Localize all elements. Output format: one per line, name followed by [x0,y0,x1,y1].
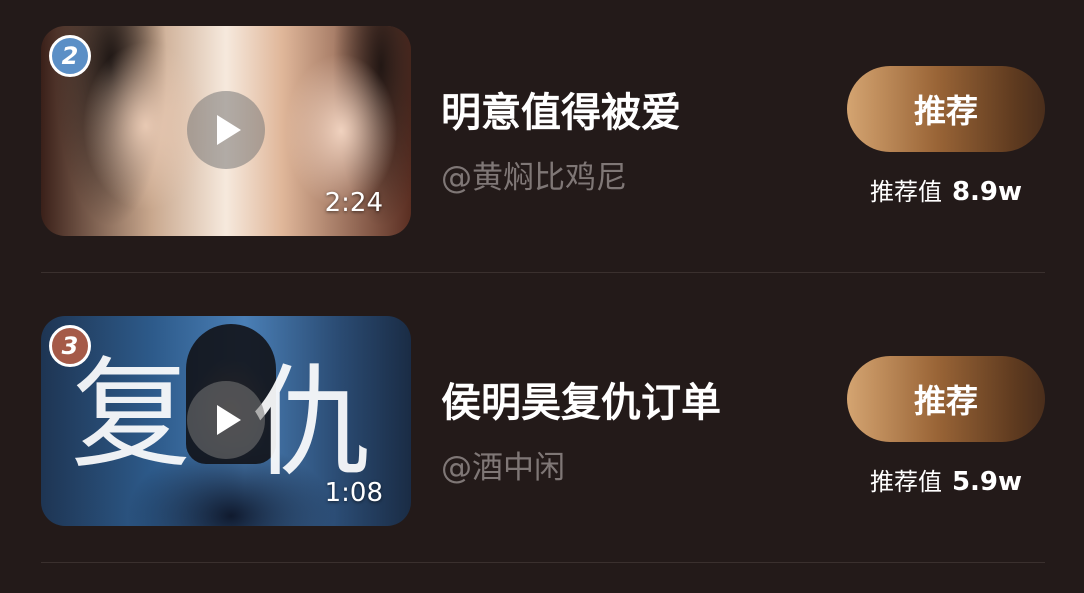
score-label: 推荐值 [869,178,942,206]
video-duration: 2:24 [324,188,383,218]
play-icon[interactable] [187,91,265,169]
recommend-score: 推荐值 8.9w [847,172,1045,207]
score-value: 5.9w [951,467,1023,497]
play-icon[interactable] [187,381,265,459]
recommend-score: 推荐值 5.9w [847,462,1045,497]
thumbnail-overlay-text: 复 [71,346,191,485]
recommend-button[interactable]: 推荐 [847,66,1045,152]
score-value: 8.9w [951,177,1023,207]
video-title[interactable]: 侯明昊复仇订单 [441,370,721,428]
video-thumbnail[interactable]: 复 仇 3 1:08 [41,316,411,526]
video-thumbnail[interactable]: 2 2:24 [41,26,411,236]
divider [41,562,1045,563]
video-author[interactable]: @黄焖比鸡尼 [441,152,627,197]
divider [41,272,1045,273]
recommend-button[interactable]: 推荐 [847,356,1045,442]
list-item[interactable]: 2 2:24 明意值得被爱 @黄焖比鸡尼 推荐 推荐值 8.9w [0,26,1084,236]
list-item[interactable]: 复 仇 3 1:08 侯明昊复仇订单 @酒中闲 推荐 推荐值 5.9w [0,316,1084,526]
rank-badge: 3 [49,325,91,367]
thumbnail-overlay-text: 仇 [251,354,371,493]
ranking-list: 2 2:24 明意值得被爱 @黄焖比鸡尼 推荐 推荐值 8.9w 复 仇 3 1:… [0,0,1084,593]
rank-badge: 2 [49,35,91,77]
video-duration: 1:08 [324,478,383,508]
video-author[interactable]: @酒中闲 [441,442,565,487]
score-label: 推荐值 [869,468,942,496]
video-title[interactable]: 明意值得被爱 [441,80,681,138]
